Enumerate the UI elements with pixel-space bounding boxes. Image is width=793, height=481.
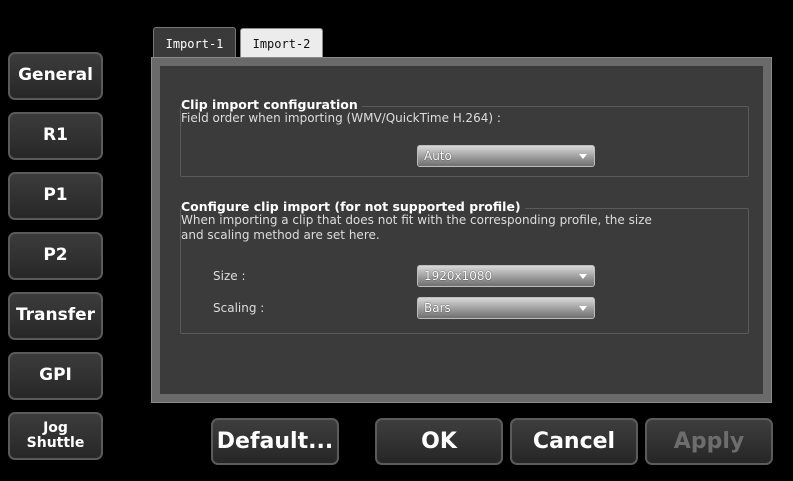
scaling-value: Bars [424,301,451,315]
sidebar-item-gpi[interactable]: GPI [8,352,103,400]
unsupported-import-description-line1: When importing a clip that does not fit … [181,213,652,227]
sidebar-item-label: Transfer [15,305,96,326]
cancel-button[interactable]: Cancel [510,418,638,465]
unsupported-import-description-line2: and scaling method are set here. [181,228,380,242]
chevron-down-icon [579,154,587,159]
tab-label: Import-2 [252,36,311,51]
size-select[interactable]: 1920x1080 [417,265,595,287]
size-value: 1920x1080 [424,269,493,283]
default-button[interactable]: Default... [211,418,339,465]
default-button-label: Default... [216,429,334,454]
sidebar-item-general[interactable]: General [8,52,103,100]
sidebar-item-label-line2: Shuttle [26,435,85,451]
clip-import-description: Field order when importing (WMV/QuickTim… [181,111,501,125]
scaling-select[interactable]: Bars [417,297,595,319]
field-order-select[interactable]: Auto [417,145,595,167]
sidebar-item-label: P2 [43,245,68,266]
sidebar-item-label: General [18,65,93,86]
field-order-value: Auto [424,149,452,163]
sidebar-item-label: P1 [43,185,68,206]
size-label: Size : [213,269,246,283]
sidebar-item-label-line1: Jog [43,420,68,437]
unsupported-import-group: Configure clip import (for not supported… [180,199,749,334]
cancel-button-label: Cancel [532,429,616,454]
sidebar-item-p2[interactable]: P2 [8,232,103,280]
settings-panel-content: Clip import configuration Field order wh… [160,66,763,394]
clip-import-group: Clip import configuration Field order wh… [180,97,749,177]
scaling-label: Scaling : [213,301,265,315]
chevron-down-icon [579,306,587,311]
settings-screen: General R1 P1 P2 Transfer GPI Jog Shuttl… [0,0,793,481]
clip-import-title: Clip import configuration [181,97,362,112]
tab-import-2[interactable]: Import-2 [240,28,323,58]
settings-panel: Clip import configuration Field order wh… [151,57,772,403]
ok-button-label: OK [421,429,457,454]
sidebar-item-jog-shuttle[interactable]: Jog Shuttle [8,412,103,460]
apply-button-label: Apply [673,429,745,454]
sidebar-item-label: GPI [39,365,72,386]
ok-button[interactable]: OK [375,418,503,465]
apply-button[interactable]: Apply [645,418,773,465]
sidebar-item-label: R1 [43,125,68,146]
sidebar-item-p1[interactable]: P1 [8,172,103,220]
tab-label: Import-1 [165,36,224,51]
unsupported-import-title: Configure clip import (for not supported… [181,199,525,214]
sidebar-item-r1[interactable]: R1 [8,112,103,160]
tab-import-1[interactable]: Import-1 [153,27,236,59]
sidebar-item-transfer[interactable]: Transfer [8,292,103,340]
chevron-down-icon [579,274,587,279]
